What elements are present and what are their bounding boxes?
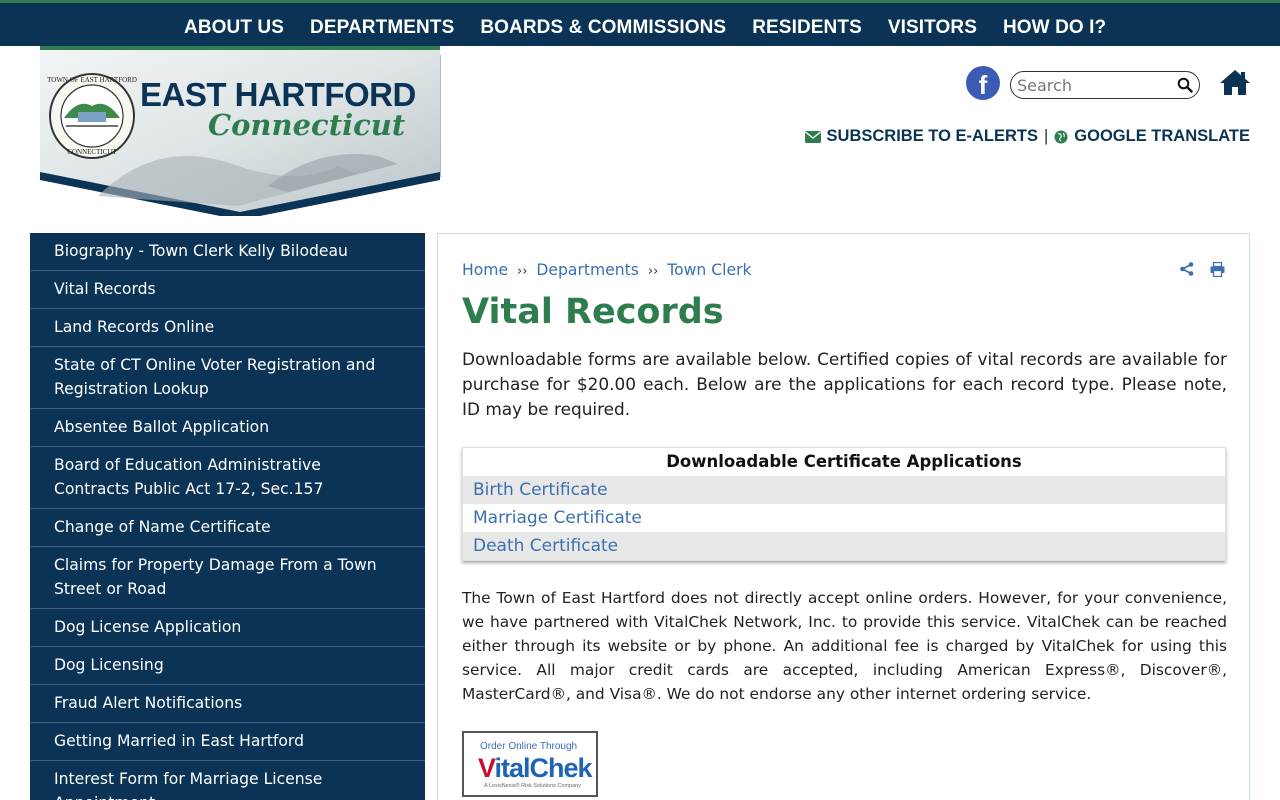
sidebar-item-land-records[interactable]: Land Records Online [30,309,425,347]
certificate-applications-table: Downloadable Certificate Applications Bi… [462,447,1226,561]
subscribe-e-alerts-link[interactable]: SUBSCRIBE TO E-ALERTS [827,127,1038,146]
vitalchek-note: The Town of East Hartford does not direc… [462,589,1227,703]
svg-text:TOWN OF EAST HARTFORD: TOWN OF EAST HARTFORD [47,76,137,84]
envelope-icon [804,130,821,143]
google-translate-link[interactable]: GOOGLE TRANSLATE [1074,127,1250,146]
share-icon[interactable] [1180,262,1194,276]
sidebar-item-property-damage-claims[interactable]: Claims for Property Damage From a Town S… [30,547,425,609]
nav-how-do-i[interactable]: HOW DO I? [990,17,1119,39]
link-separator: | [1044,127,1049,145]
breadcrumb-separator: ›› [647,264,659,279]
search-icon[interactable] [1177,77,1193,93]
facebook-icon[interactable]: f [966,66,1000,100]
nav-boards-commissions[interactable]: BOARDS & COMMISSIONS [467,17,739,39]
sidebar-item-voter-registration[interactable]: State of CT Online Voter Registration an… [30,347,425,409]
vitalchek-order-text: Order Online Through [480,741,578,752]
sidebar-item-biography[interactable]: Biography - Town Clerk Kelly Bilodeau [30,233,425,271]
header-utility-links: SUBSCRIBE TO E-ALERTS | GOOGLE TRANSLATE [804,127,1250,146]
vitalchek-logo-v: V [478,753,496,783]
breadcrumb: Home ›› Departments ›› Town Clerk [462,261,752,279]
intro-paragraph: Downloadable forms are available below. … [462,349,1227,419]
sidebar-nav: Biography - Town Clerk Kelly Bilodeau Vi… [30,233,425,800]
sidebar-item-marriage-license-interest[interactable]: Interest Form for Marriage License Appoi… [30,761,425,800]
nav-residents[interactable]: RESIDENTS [739,17,875,39]
breadcrumb-home[interactable]: Home [462,261,508,279]
home-icon[interactable] [1219,68,1251,96]
birth-certificate-link[interactable]: Birth Certificate [463,476,1225,504]
top-nav: ABOUT US DEPARTMENTS BOARDS & COMMISSION… [171,6,1119,49]
breadcrumb-departments[interactable]: Departments [536,261,639,279]
sidebar-item-dog-licensing[interactable]: Dog Licensing [30,647,425,685]
sidebar-item-absentee-ballot[interactable]: Absentee Ballot Application [30,409,425,447]
sidebar-item-boe-contracts[interactable]: Board of Education Administrative Contra… [30,447,425,509]
main-content: Home ›› Departments ›› Town Clerk Vital … [437,233,1250,800]
nav-departments[interactable]: DEPARTMENTS [297,17,467,39]
nav-visitors[interactable]: VISITORS [875,17,990,39]
sidebar-item-vital-records[interactable]: Vital Records [30,271,425,309]
vitalchek-order-button[interactable]: Order Online Through VitalChek A LexisNe… [462,731,598,797]
svg-text:CONNECTICUT: CONNECTICUT [67,148,117,156]
vitalchek-tagline: A LexisNexis® Risk Solutions Company [484,783,581,789]
breadcrumb-town-clerk[interactable]: Town Clerk [667,261,751,279]
sidebar-item-getting-married[interactable]: Getting Married in East Hartford [30,723,425,761]
print-icon[interactable] [1210,262,1225,277]
top-nav-bar: ABOUT US DEPARTMENTS BOARDS & COMMISSION… [0,0,1280,46]
site-logo[interactable]: TOWN OF EAST HARTFORD CONNECTICUT EAST H… [38,46,441,216]
logo-subtitle: Connecticut [208,108,406,142]
breadcrumb-separator: ›› [517,264,528,279]
sidebar-item-fraud-alert[interactable]: Fraud Alert Notifications [30,685,425,723]
search-box [1010,71,1200,99]
page-title: Vital Records [462,292,724,332]
search-input[interactable] [1017,75,1167,95]
death-certificate-link[interactable]: Death Certificate [463,532,1225,560]
globe-icon [1054,130,1068,143]
nav-about-us[interactable]: ABOUT US [171,17,297,39]
sidebar-item-dog-license-application[interactable]: Dog License Application [30,609,425,647]
sidebar-item-change-of-name[interactable]: Change of Name Certificate [30,509,425,547]
marriage-certificate-link[interactable]: Marriage Certificate [463,504,1225,532]
vitalchek-logo: VitalChek [478,753,593,784]
vitalchek-logo-rest: italChek [494,753,593,783]
table-header: Downloadable Certificate Applications [463,448,1225,476]
